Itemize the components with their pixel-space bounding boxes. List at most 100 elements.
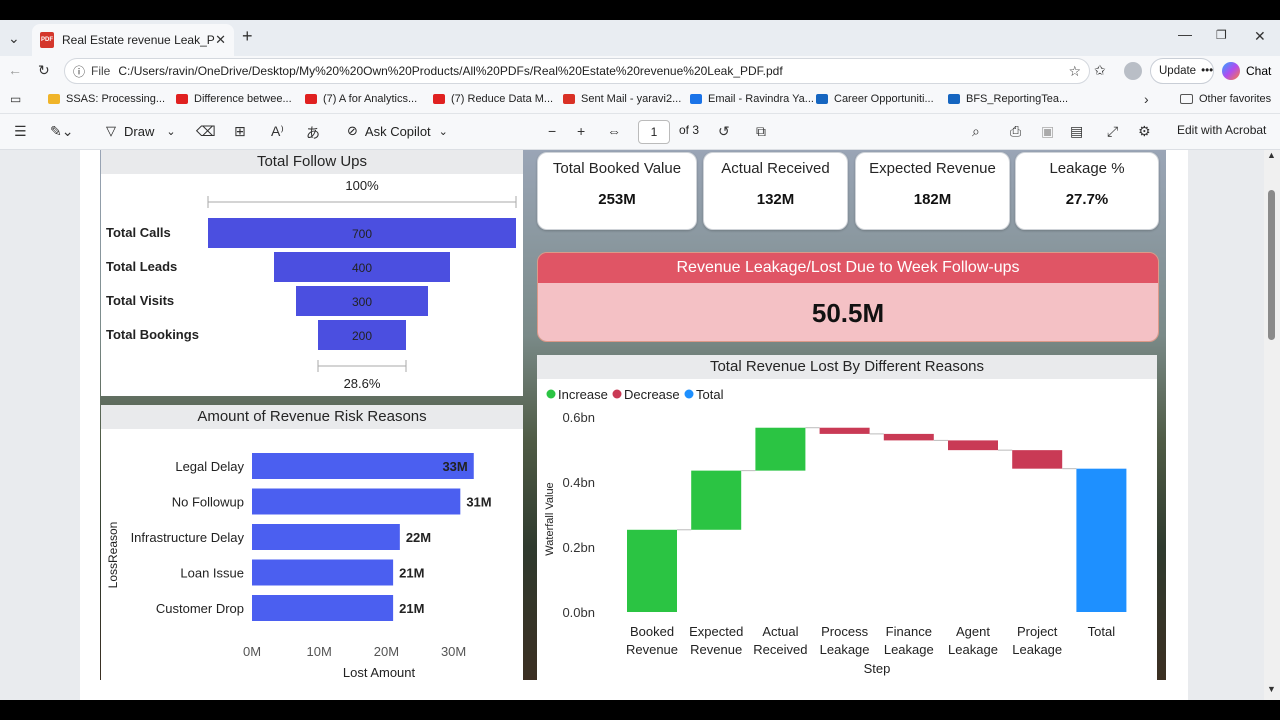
favorite-item[interactable]: Sent Mail - yaravi2... (563, 93, 681, 105)
new-tab-icon[interactable]: + (242, 26, 253, 47)
draw-icon: ▽ (106, 123, 116, 138)
back-icon[interactable]: ← (8, 62, 22, 78)
waterfall-x-tick: Leakage (1012, 642, 1062, 657)
favorite-item[interactable]: SSAS: Processing... (48, 93, 165, 105)
waterfall-chart: Increase Decrease Total 0.0bn 0.2bn 0.4bn 0.6b… (544, 387, 1127, 676)
refresh-icon[interactable]: ↻ (38, 62, 50, 79)
kpi-title: Leakage % (1049, 160, 1125, 177)
rotate-icon[interactable]: ↺ (718, 123, 730, 140)
favorite-site-icon (816, 94, 828, 104)
kpi-value: 132M (756, 191, 795, 208)
waterfall-x-tick: Finance (886, 624, 932, 639)
text-box-icon[interactable]: ⊞ (234, 123, 246, 140)
favorite-item[interactable]: (7) A for Analytics... (305, 93, 417, 105)
vertical-scrollbar[interactable]: ▲ ▼ (1264, 150, 1280, 700)
eraser-icon[interactable]: ⌫ (196, 123, 216, 140)
legend-swatch (612, 389, 622, 399)
settings-gear-icon[interactable]: ⚙ (1138, 123, 1151, 140)
favorite-site-icon (948, 94, 960, 104)
scroll-down-icon[interactable]: ▼ (1267, 684, 1276, 694)
find-icon[interactable]: ⌕ (972, 123, 980, 140)
zoom-out-icon[interactable]: − (548, 123, 556, 139)
scroll-thumb[interactable] (1268, 190, 1275, 340)
favorite-item[interactable]: (7) Reduce Data M... (433, 93, 553, 105)
favorites-overflow-icon[interactable]: › (1144, 91, 1149, 107)
favorite-label: Career Opportuniti... (834, 93, 934, 105)
chevron-down-icon: ⌄ (166, 125, 176, 138)
zoom-in-icon[interactable]: + (577, 123, 585, 139)
waterfall-x-tick: Leakage (884, 642, 934, 657)
favorite-label: Sent Mail - yaravi2... (581, 93, 682, 105)
update-button[interactable]: Update ••• (1150, 58, 1214, 84)
tab-pdf[interactable]: PDF Real Estate revenue Leak_PDF.pdf ✕ (32, 24, 234, 56)
risk-bar-label: No Followup (172, 495, 244, 510)
kpi-value: 253M (598, 191, 636, 208)
draw-button[interactable]: ▽ Draw ⌄ (106, 123, 176, 139)
close-tab-icon[interactable]: ✕ (215, 32, 226, 48)
scroll-up-icon[interactable]: ▲ (1267, 150, 1276, 160)
window-close-icon[interactable]: ✕ (1254, 28, 1266, 45)
favorite-site-icon (305, 94, 317, 104)
save-icon[interactable]: ▣ (1041, 123, 1054, 140)
kpi-card: Actual Received 132M (703, 152, 848, 230)
favorite-item[interactable]: Career Opportuniti... (816, 93, 934, 105)
copilot-chat-button[interactable]: Chat (1222, 62, 1271, 80)
reading-mode-icon[interactable]: ▭ (10, 92, 21, 106)
risk-bar-label: Loan Issue (180, 566, 244, 581)
waterfall-bar (627, 529, 677, 612)
risk-bar-value: 22M (406, 530, 431, 545)
tab-list-chevron-icon[interactable]: ⌄ (8, 30, 20, 47)
favorite-star-icon[interactable]: ☆ (1068, 63, 1081, 80)
risk-bar (252, 595, 394, 621)
tab-title: Real Estate revenue Leak_PDF.pdf (62, 33, 215, 47)
fit-page-icon[interactable]: ⇔ (607, 123, 621, 139)
restore-icon[interactable]: ❐ (1216, 28, 1227, 42)
edit-with-acrobat-button[interactable]: Edit with Acrobat (1177, 123, 1266, 137)
waterfall-bar (755, 427, 806, 471)
waterfall-x-tick: Leakage (820, 642, 870, 657)
favorite-site-icon (176, 94, 188, 104)
pdf-toolbar: ☰ ✎⌄ ▽ Draw ⌄ ⌫ ⊞ A⁾ あ ⊘ Ask Copilot ⌄ −… (0, 114, 1280, 150)
other-favorites[interactable]: Other favorites (1180, 93, 1271, 105)
contents-icon[interactable]: ☰ (14, 123, 27, 140)
highlight-icon[interactable]: ✎⌄ (50, 123, 73, 140)
page-number-input[interactable]: 1 (638, 120, 670, 144)
kpi-card: Leakage % 27.7% (1015, 152, 1159, 230)
funnel-stage-label: Total Leads (106, 259, 177, 274)
page-view-icon[interactable]: ⧉ (756, 123, 766, 140)
copilot-outline-icon: ⊘ (347, 123, 358, 138)
waterfall-y-tick: 0.4bn (562, 475, 595, 490)
print-icon[interactable]: ⎙ (1010, 123, 1021, 140)
chevron-down-icon: ⌄ (438, 125, 448, 138)
waterfall-panel: Total Revenue Lost By Different Reasons … (537, 355, 1157, 680)
risk-bar (252, 524, 400, 550)
favorite-item[interactable]: BFS_ReportingTea... (948, 93, 1068, 105)
ask-copilot-button[interactable]: ⊘ Ask Copilot ⌄ (347, 123, 448, 139)
favorite-item[interactable]: Email - Ravindra Ya... (690, 93, 814, 105)
risk-bar-value: 21M (399, 601, 424, 616)
pdf-file-icon: PDF (40, 32, 54, 48)
leakage-card-value: 50.5M (538, 283, 1158, 341)
favorite-item[interactable]: Difference betwee... (176, 93, 292, 105)
favorites-list-icon[interactable]: ✩ (1094, 62, 1106, 79)
pdf-viewer: Total Follow Ups 100% Total Calls 700 Total… (0, 150, 1280, 700)
legend-label: Total (696, 387, 724, 402)
legend-swatch (546, 389, 556, 399)
funnel-stage-value: 300 (352, 295, 372, 309)
risk-x-tick: 0M (243, 644, 261, 659)
risk-bar-value: 33M (442, 459, 467, 474)
address-bar-row: ← ↻ ⓘ File C:/Users/ravin/OneDrive/Deskt… (0, 56, 1280, 86)
url-field[interactable]: ⓘ File C:/Users/ravin/OneDrive/Desktop/M… (64, 58, 1090, 84)
save-as-icon[interactable]: ▤ (1070, 123, 1083, 140)
translate-icon[interactable]: あ (306, 123, 320, 143)
waterfall-x-tick: Booked (630, 624, 674, 639)
profile-avatar[interactable] (1124, 62, 1142, 80)
minimize-icon[interactable]: — (1178, 26, 1192, 42)
kpi-title: Actual Received (721, 160, 830, 177)
fullscreen-icon[interactable]: ⤢ (1107, 123, 1118, 140)
legend-label: Decrease (624, 387, 680, 402)
read-aloud-icon[interactable]: A⁾ (271, 123, 284, 140)
risk-y-axis-label: LossReason (106, 522, 120, 589)
tab-strip: ⌄ PDF Real Estate revenue Leak_PDF.pdf ✕… (0, 20, 1280, 56)
funnel-bottom-percent: 28.6% (344, 376, 381, 391)
